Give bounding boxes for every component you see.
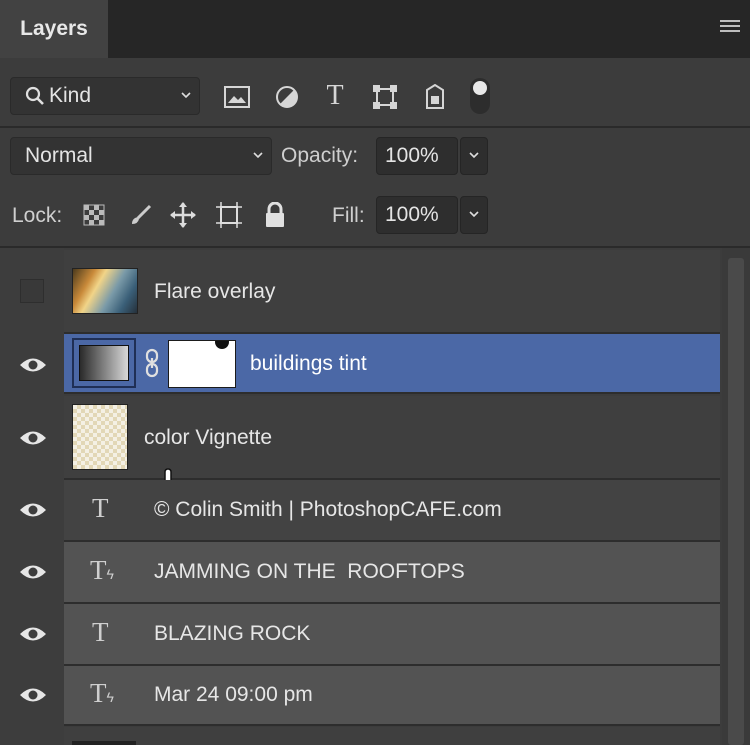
adjustment-filter-icon[interactable] (272, 83, 302, 111)
divider (0, 246, 750, 248)
layer-row[interactable]: T © Colin Smith | PhotoshopCAFE.com (64, 480, 720, 542)
lock-transparent-pixels-icon[interactable] (82, 203, 106, 227)
blend-mode-dropdown[interactable]: Normal (10, 137, 272, 175)
layer-row[interactable]: Tϟ Mar 24 09:00 pm (64, 666, 720, 726)
panel-tab-bar (0, 0, 750, 58)
lock-position-icon[interactable] (168, 200, 198, 230)
eye-icon[interactable] (18, 624, 48, 644)
filter-kind-label: Kind (49, 84, 92, 107)
opacity-dropdown-button[interactable] (460, 137, 488, 175)
eye-icon[interactable] (18, 500, 48, 520)
layer-row[interactable]: T BLAZING ROCK (64, 604, 720, 666)
fill-input[interactable]: 100% (376, 196, 458, 234)
layer-thumbnail (72, 404, 128, 470)
eye-icon[interactable] (18, 562, 48, 582)
blend-mode-value: Normal (25, 144, 93, 167)
layer-name: JAMMING ON THE ROOFTOPS (154, 560, 465, 583)
search-icon (25, 86, 44, 105)
chevron-down-icon (469, 211, 479, 218)
divider (0, 126, 750, 128)
tab-layers[interactable]: Layers (0, 0, 108, 58)
shape-filter-icon[interactable] (370, 83, 400, 111)
warped-type-layer-icon: Tϟ (90, 555, 114, 585)
lock-image-pixels-icon[interactable] (128, 202, 154, 228)
warped-type-layer-icon: Tϟ (90, 678, 114, 708)
hamburger-icon[interactable] (720, 20, 740, 36)
lock-label: Lock: (12, 204, 63, 227)
chevron-down-icon (253, 152, 263, 159)
filter-toggle-icon[interactable] (470, 78, 490, 114)
lock-all-icon[interactable] (262, 201, 288, 229)
eye-icon[interactable] (18, 355, 48, 375)
layer-row[interactable]: color Vignette (64, 396, 720, 502)
layer-row[interactable]: Tϟ JAMMING ON THE ROOFTOPS (64, 542, 720, 604)
layer-mask-thumbnail[interactable] (168, 340, 236, 388)
layer-row-selected[interactable]: buildings tint (64, 334, 720, 394)
type-layer-icon: T (92, 617, 109, 647)
eye-icon[interactable] (18, 428, 48, 448)
visibility-toggle-empty[interactable] (20, 279, 44, 303)
chevron-down-icon (469, 152, 479, 159)
fill-dropdown-button[interactable] (460, 196, 488, 234)
layer-name: Flare overlay (154, 280, 276, 303)
adjustment-thumbnail (72, 338, 136, 388)
layer-name: © Colin Smith | PhotoshopCAFE.com (154, 498, 502, 521)
visibility-column (0, 248, 64, 745)
layer-name: color Vignette (144, 426, 273, 449)
lock-artboard-icon[interactable] (214, 200, 244, 230)
eye-icon[interactable] (18, 685, 48, 705)
smart-object-filter-icon[interactable] (420, 83, 450, 111)
layer-name: buildings tint (250, 352, 367, 375)
layer-row[interactable]: Flare overlay (64, 250, 720, 334)
opacity-label: Opacity: (281, 144, 359, 167)
layer-row[interactable] (64, 727, 720, 745)
opacity-input[interactable]: 100% (376, 137, 458, 175)
layer-thumbnail (72, 268, 138, 314)
layer-name: BLAZING ROCK (154, 622, 311, 645)
image-filter-icon[interactable] (222, 83, 252, 111)
link-icon[interactable] (144, 348, 160, 378)
filter-kind-dropdown[interactable]: Kind (10, 77, 200, 115)
fill-label: Fill: (332, 204, 365, 227)
type-filter-icon[interactable]: T (320, 80, 350, 112)
scrollbar-thumb[interactable] (728, 258, 744, 745)
layer-name: Mar 24 09:00 pm (154, 683, 313, 706)
type-layer-icon: T (92, 493, 109, 523)
chevron-down-icon (181, 92, 191, 99)
